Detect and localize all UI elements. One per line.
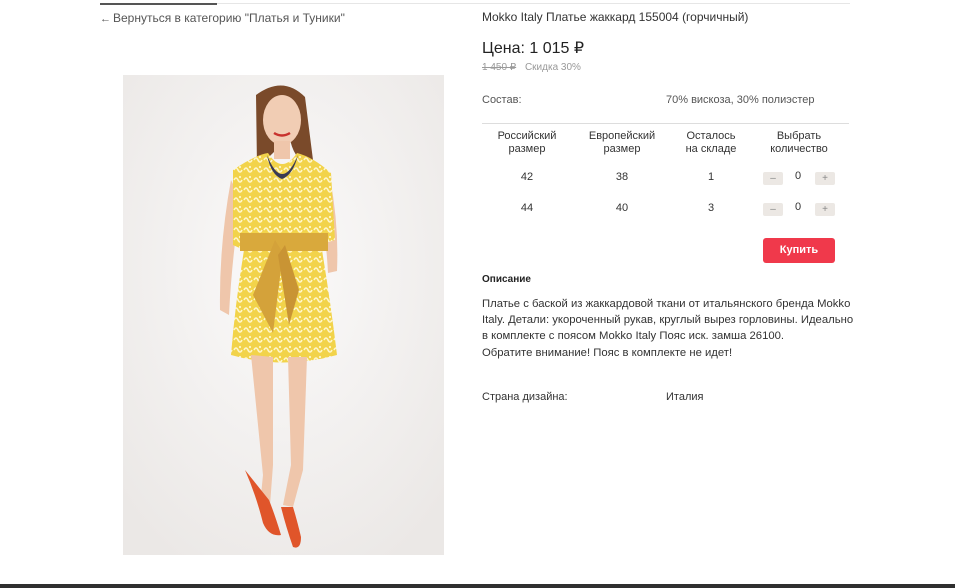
design-country-label: Страна дизайна: — [482, 391, 568, 403]
row-1-decrease-button[interactable]: – — [763, 172, 783, 185]
description-paragraph: Платье с баской из жаккардовой ткани от … — [482, 298, 854, 343]
design-country-value: Италия — [666, 391, 704, 403]
header-european-size: Европейский размер — [577, 130, 667, 156]
active-tab-indicator — [100, 3, 217, 5]
model-in-dress-image — [123, 75, 444, 555]
current-price: Цена: 1 015 ₽ — [482, 40, 585, 57]
row-2-decrease-button[interactable]: – — [763, 203, 783, 216]
composition-label: Состав: — [482, 94, 522, 106]
header-russian-size-line1: Российский — [497, 130, 557, 142]
header-choose-line1: Выбрать — [776, 130, 822, 142]
row-2-increase-button[interactable]: + — [815, 203, 835, 216]
row-1-european-size: 38 — [615, 171, 629, 183]
header-stock: Осталось на складе — [666, 130, 756, 156]
header-choose-line2: количество — [770, 143, 828, 155]
description-text: Платье с баской из жаккардовой ткани от … — [482, 296, 854, 361]
header-choose-quantity: Выбрать количество — [754, 130, 844, 156]
row-1-russian-size: 42 — [520, 171, 534, 183]
row-1-quantity[interactable]: 0 — [791, 170, 805, 182]
arrow-left-icon: ← — [100, 13, 111, 25]
row-1-increase-button[interactable]: + — [815, 172, 835, 185]
row-2-stock: 3 — [707, 202, 715, 214]
header-stock-line1: Осталось — [686, 130, 736, 142]
back-link-label: Вернуться в категорию "Платья и Туники" — [113, 11, 345, 25]
composition-value: 70% вискоза, 30% полиэстер — [666, 94, 815, 106]
product-photo[interactable] — [123, 75, 444, 555]
header-european-size-line1: Европейский — [588, 130, 656, 142]
row-2-european-size: 40 — [615, 202, 629, 214]
header-european-size-line2: размер — [603, 143, 641, 155]
description-note: Обратите внимание! Пояс в комплекте не и… — [482, 346, 733, 359]
back-to-category-link[interactable]: ← Вернуться в категорию "Платья и Туники" — [100, 11, 345, 25]
discount-label: Скидка 30% — [524, 62, 581, 73]
header-stock-line2: на складе — [685, 143, 737, 155]
old-price-row: 1 450 ₽ Скидка 30% — [482, 62, 581, 73]
buy-button[interactable]: Купить — [763, 238, 835, 263]
bottom-bar — [0, 584, 955, 588]
row-1-stock: 1 — [707, 171, 715, 183]
old-price: 1 450 ₽ — [482, 62, 517, 73]
row-2-russian-size: 44 — [520, 202, 534, 214]
divider — [482, 123, 849, 124]
description-heading: Описание — [482, 274, 531, 285]
header-russian-size-line2: размер — [508, 143, 546, 155]
row-2-quantity[interactable]: 0 — [791, 201, 805, 213]
header-russian-size: Российский размер — [482, 130, 572, 156]
product-title: Mokko Italy Платье жаккард 155004 (горчи… — [482, 10, 749, 24]
